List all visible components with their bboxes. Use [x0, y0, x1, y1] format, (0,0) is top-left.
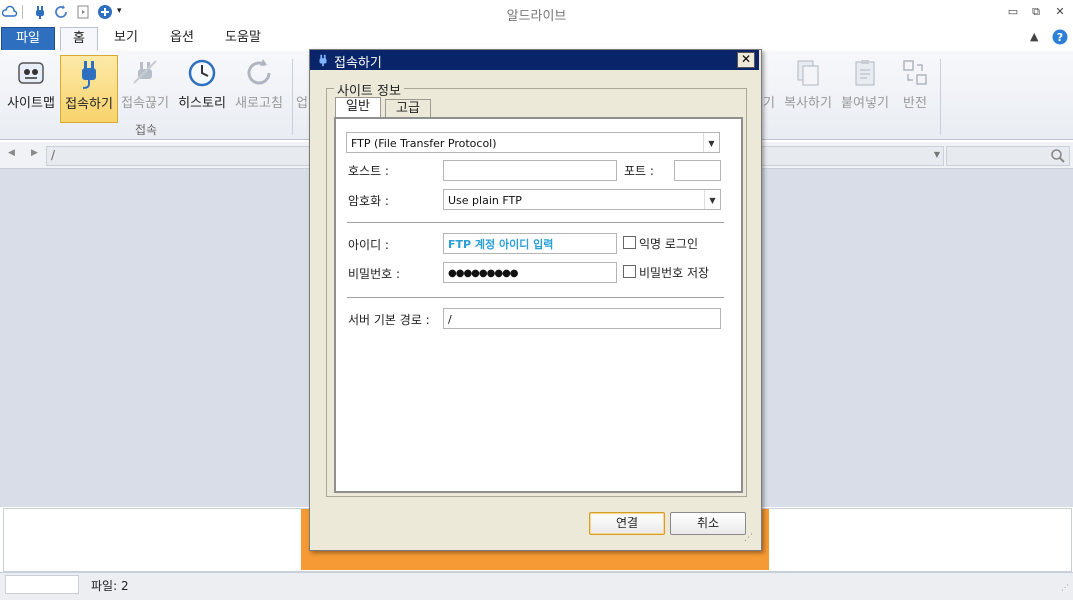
chevron-down-icon[interactable]: ▼: [934, 150, 940, 159]
plug-icon[interactable]: [32, 4, 48, 20]
invert-button[interactable]: 반전: [894, 55, 936, 121]
disconnect-button[interactable]: 접속끊기: [117, 55, 173, 121]
host-label: 호스트 :: [348, 164, 389, 178]
minimize-button[interactable]: ▭: [1004, 5, 1022, 19]
cloud-icon[interactable]: [2, 4, 18, 20]
anonymous-login-checkbox[interactable]: [623, 236, 636, 249]
upload-label: 업: [296, 96, 308, 111]
divider: [347, 297, 724, 298]
id-label: 아이디 :: [348, 238, 389, 252]
refresh-button[interactable]: 새로고침: [231, 55, 287, 121]
cancel-button[interactable]: 취소: [670, 512, 746, 535]
status-field: [5, 575, 79, 594]
protocol-value: FTP (File Transfer Protocol): [351, 137, 497, 150]
paste-label: 붙여넣기: [841, 96, 889, 111]
ribbon-group-label: 접속: [134, 123, 158, 137]
save-password-checkbox[interactable]: [623, 265, 636, 278]
file-icon[interactable]: [75, 4, 91, 20]
copy-icon: [797, 60, 819, 86]
id-input[interactable]: FTP 계정 아이디 입력: [443, 233, 617, 254]
tab-home[interactable]: 홈: [60, 27, 98, 51]
dropdown-icon[interactable]: ▾: [117, 6, 122, 16]
password-label: 비밀번호 :: [348, 267, 401, 281]
status-bar: 파일: 2 ⋰: [0, 572, 1073, 600]
resize-grip-icon[interactable]: ⋰: [744, 533, 753, 543]
paste-icon: [855, 60, 875, 86]
clock-icon: [188, 59, 216, 87]
base-path-input[interactable]: /: [443, 308, 721, 329]
forward-icon[interactable]: ▶: [31, 148, 38, 158]
connect-button[interactable]: 연결: [589, 512, 665, 535]
connect-ribbon-label: 접속하기: [65, 97, 113, 112]
tab-help[interactable]: 도움말: [217, 27, 269, 49]
history-label: 히스토리: [178, 96, 226, 111]
tab-advanced[interactable]: 고급: [385, 99, 431, 118]
svg-text:?: ?: [1057, 31, 1063, 44]
tab-view[interactable]: 보기: [106, 27, 146, 49]
search-input[interactable]: [946, 146, 1070, 166]
tab-options[interactable]: 옵션: [160, 27, 204, 49]
protocol-select[interactable]: FTP (File Transfer Protocol) ▼: [346, 132, 720, 153]
chevron-down-icon[interactable]: ▼: [703, 133, 719, 152]
tab-file[interactable]: 파일: [1, 27, 55, 50]
ribbon-separator: [292, 59, 293, 135]
refresh-label: 새로고침: [235, 96, 283, 111]
chevron-down-icon[interactable]: ▼: [704, 190, 720, 209]
tab-general[interactable]: 일반: [335, 97, 381, 118]
save-password-label: 비밀번호 저장: [639, 266, 710, 280]
password-input[interactable]: ●●●●●●●●●: [443, 262, 617, 283]
sitemap-icon: [18, 62, 44, 84]
ribbon-separator: [940, 59, 941, 135]
anonymous-login-label: 익명 로그인: [639, 237, 699, 251]
toolbar-separator: [22, 5, 23, 19]
restore-button[interactable]: ⧉: [1027, 5, 1045, 19]
port-label: 포트 :: [624, 164, 654, 178]
encryption-label: 암호화 :: [348, 194, 389, 208]
history-button[interactable]: 히스토리: [174, 55, 230, 121]
close-button[interactable]: ✕: [1051, 5, 1069, 19]
disconnect-label: 접속끊기: [121, 96, 169, 111]
collapse-ribbon-icon[interactable]: ▲: [1030, 30, 1038, 43]
resize-grip-icon[interactable]: ⋰: [1061, 583, 1069, 592]
ribbon-tabs: 파일 홈 보기 옵션 도움말 ▲ ?: [0, 25, 1073, 52]
copy-button[interactable]: 복사하기: [780, 55, 836, 121]
divider: [347, 222, 724, 223]
add-circle-icon[interactable]: [97, 4, 113, 20]
copy-label: 복사하기: [784, 96, 832, 111]
base-path-label: 서버 기본 경로 :: [348, 313, 430, 327]
encryption-value: Use plain FTP: [448, 194, 522, 207]
help-icon[interactable]: ?: [1052, 29, 1068, 45]
title-bar: 알드라이브 ▾ ▭ ⧉ ✕: [0, 0, 1073, 25]
window-title: 알드라이브: [506, 9, 567, 24]
connect-ribbon-button[interactable]: 접속하기: [60, 55, 118, 123]
dialog-title: 접속하기: [334, 56, 382, 71]
sitemap-button[interactable]: 사이트맵: [3, 55, 59, 121]
paste-button[interactable]: 붙여넣기: [837, 55, 893, 121]
refresh-icon: [247, 59, 271, 85]
dialog-close-button[interactable]: ✕: [737, 52, 755, 68]
right-partial-label: 기: [763, 96, 775, 111]
encryption-select[interactable]: Use plain FTP ▼: [443, 189, 721, 210]
right-partial-button[interactable]: 기: [759, 55, 779, 121]
back-icon[interactable]: ◀: [8, 148, 15, 158]
sitemap-label: 사이트맵: [7, 96, 55, 111]
invert-label: 반전: [903, 96, 927, 111]
path-text: /: [51, 148, 56, 162]
search-icon[interactable]: [1050, 148, 1066, 164]
unplug-icon: [133, 60, 157, 84]
upload-button[interactable]: 업: [295, 55, 309, 121]
plug-icon: [319, 54, 327, 67]
refresh-icon[interactable]: [53, 4, 69, 20]
invert-icon: [903, 60, 927, 85]
port-input[interactable]: [674, 160, 721, 181]
host-input[interactable]: [443, 160, 617, 181]
dialog-title-bar[interactable]: 접속하기: [310, 50, 759, 71]
file-count: 파일: 2: [91, 579, 129, 593]
plug-icon: [82, 61, 96, 89]
